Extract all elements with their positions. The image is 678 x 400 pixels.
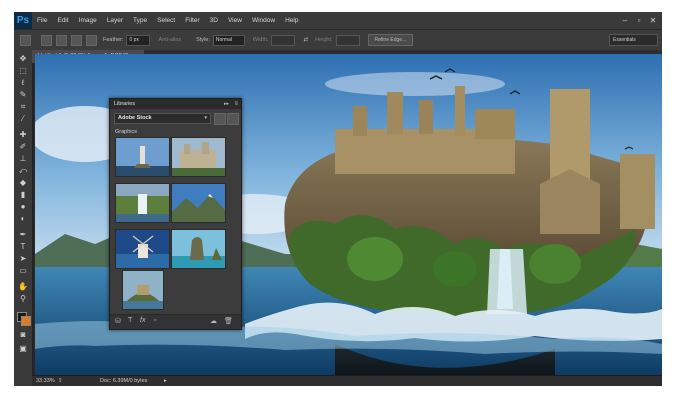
library-graphic-island-fort[interactable]: [122, 270, 164, 310]
swap-dimensions-icon[interactable]: ⇄: [303, 37, 308, 43]
quick-select-tool-icon[interactable]: ✎: [17, 90, 29, 100]
menu-file[interactable]: File: [32, 17, 52, 24]
library-graphic-lighthouse[interactable]: [115, 137, 170, 177]
lasso-tool-icon[interactable]: ℓ: [17, 78, 29, 88]
menu-help[interactable]: Help: [280, 17, 303, 24]
width-input[interactable]: [271, 34, 296, 46]
menu-type[interactable]: Type: [128, 17, 152, 24]
history-brush-icon[interactable]: ⤺: [17, 166, 29, 176]
antialias-checkbox[interactable]: Anti-alias: [158, 37, 181, 43]
libraries-panel-header[interactable]: Libraries ▸▸ ≡: [110, 99, 241, 109]
width-label: Width:: [252, 37, 269, 43]
library-graphic-windmill[interactable]: [115, 229, 170, 269]
feather-input[interactable]: 0 px: [126, 34, 151, 46]
trash-icon[interactable]: 🗑: [224, 317, 233, 325]
refine-edge-button[interactable]: Refine Edge...: [367, 34, 414, 46]
window-controls: – ▫ ✕: [618, 12, 660, 29]
cloud-icon[interactable]: ☁: [210, 317, 217, 325]
menu-image[interactable]: Image: [74, 17, 102, 24]
close-button[interactable]: ✕: [646, 16, 660, 25]
gradient-tool-icon[interactable]: ▮: [17, 190, 29, 200]
tools-panel: ✥ ⬚ ℓ ✎ ⌗ ⁄ ✚ ✐ ⊥ ⤺ ◆ ▮ ● ◐ ✒ T ➤ ▭ ✋ ⚲ …: [14, 50, 33, 386]
screen-mode-icon[interactable]: ▣: [17, 344, 29, 354]
dodge-tool-icon[interactable]: ◐: [17, 214, 29, 224]
export-icon[interactable]: ⇪: [58, 376, 63, 386]
library-graphic-waterfall[interactable]: [115, 183, 170, 223]
path-select-tool-icon[interactable]: ➤: [17, 254, 29, 264]
text-icon[interactable]: T: [128, 317, 132, 324]
pen-tool-icon[interactable]: ✒: [17, 230, 29, 240]
eraser-tool-icon[interactable]: ◆: [17, 178, 29, 188]
fx-icon[interactable]: fx: [140, 317, 145, 324]
panel-menu-icon[interactable]: ≡: [234, 99, 238, 109]
list-view-icon[interactable]: [227, 113, 239, 125]
quick-mask-icon[interactable]: ◙: [17, 330, 29, 340]
style-label: Style:: [196, 37, 210, 43]
zoom-level[interactable]: 33.33%: [36, 376, 55, 386]
blur-tool-icon[interactable]: ●: [17, 202, 29, 212]
move-tool-icon[interactable]: ✥: [17, 54, 29, 64]
photoshop-window: Ps File Edit Image Layer Type Select Fil…: [14, 12, 662, 386]
subtract-selection-icon[interactable]: [71, 34, 82, 46]
new-selection-icon[interactable]: [41, 34, 52, 46]
libraries-panel-title: Libraries: [114, 101, 136, 107]
brush-tool-icon[interactable]: ✐: [17, 142, 29, 152]
intersect-selection-icon[interactable]: [86, 34, 97, 46]
healing-tool-icon[interactable]: ✚: [17, 130, 29, 140]
shape-tool-icon[interactable]: ▭: [17, 266, 29, 276]
menu-3d[interactable]: 3D: [205, 17, 223, 24]
menu-filter[interactable]: Filter: [180, 17, 204, 24]
library-graphic-castle[interactable]: [171, 137, 226, 177]
menu-bar: Ps File Edit Image Layer Type Select Fil…: [14, 12, 662, 29]
workspace-switcher[interactable]: Essentials: [609, 34, 658, 46]
marquee-tool-icon[interactable]: ⬚: [17, 66, 29, 76]
background-color-swatch[interactable]: [21, 316, 31, 326]
libraries-panel: Libraries ▸▸ ≡ Adobe Stock ▾ Graphics ⛁ …: [109, 98, 242, 330]
menu-view[interactable]: View: [223, 17, 247, 24]
library-graphic-sea-stack[interactable]: [171, 229, 226, 269]
hand-tool-icon[interactable]: ✋: [17, 282, 29, 292]
height-input[interactable]: [335, 34, 360, 46]
minimize-button[interactable]: –: [618, 16, 632, 25]
maximize-button[interactable]: ▫: [632, 16, 646, 25]
photoshop-logo: Ps: [14, 12, 32, 29]
chevron-down-icon: ▾: [204, 115, 207, 121]
grid-view-icon[interactable]: [214, 113, 226, 125]
clone-tool-icon[interactable]: ⊥: [17, 154, 29, 164]
options-bar: Feather: 0 px Anti-alias Style: Normal W…: [14, 29, 662, 51]
graphics-section-title: Graphics: [115, 129, 138, 135]
crop-tool-icon[interactable]: ⌗: [17, 102, 29, 112]
menu-select[interactable]: Select: [152, 17, 180, 24]
type-tool-icon[interactable]: T: [17, 242, 29, 252]
feather-label: Feather:: [103, 37, 124, 43]
libraries-footer: ⛁ T fx ▫ ☁ 🗑: [110, 314, 241, 329]
library-graphic-mountains[interactable]: [171, 183, 226, 223]
stamp-icon[interactable]: ⛁: [115, 317, 121, 325]
style-select[interactable]: Normal: [212, 34, 245, 46]
zoom-tool-icon[interactable]: ⚲: [17, 294, 29, 304]
library-select[interactable]: Adobe Stock ▾: [114, 113, 211, 124]
collapse-panel-icon[interactable]: ▸▸: [224, 99, 229, 109]
document-size: Doc: 6.39M/0 bytes: [100, 378, 148, 384]
square-icon[interactable]: ▫: [154, 317, 156, 324]
library-select-value: Adobe Stock: [118, 115, 152, 121]
marquee-tool-preset-icon[interactable]: [20, 34, 31, 46]
menu-layer[interactable]: Layer: [102, 17, 128, 24]
eyedropper-tool-icon[interactable]: ⁄: [17, 114, 29, 124]
add-selection-icon[interactable]: [56, 34, 67, 46]
height-label: Height:: [315, 37, 333, 43]
menu-edit[interactable]: Edit: [52, 17, 73, 24]
status-bar: 33.33% ⇪ Doc: 6.39M/0 bytes ▸: [32, 375, 662, 386]
menu-window[interactable]: Window: [247, 17, 280, 24]
status-menu-arrow-icon[interactable]: ▸: [164, 376, 167, 386]
